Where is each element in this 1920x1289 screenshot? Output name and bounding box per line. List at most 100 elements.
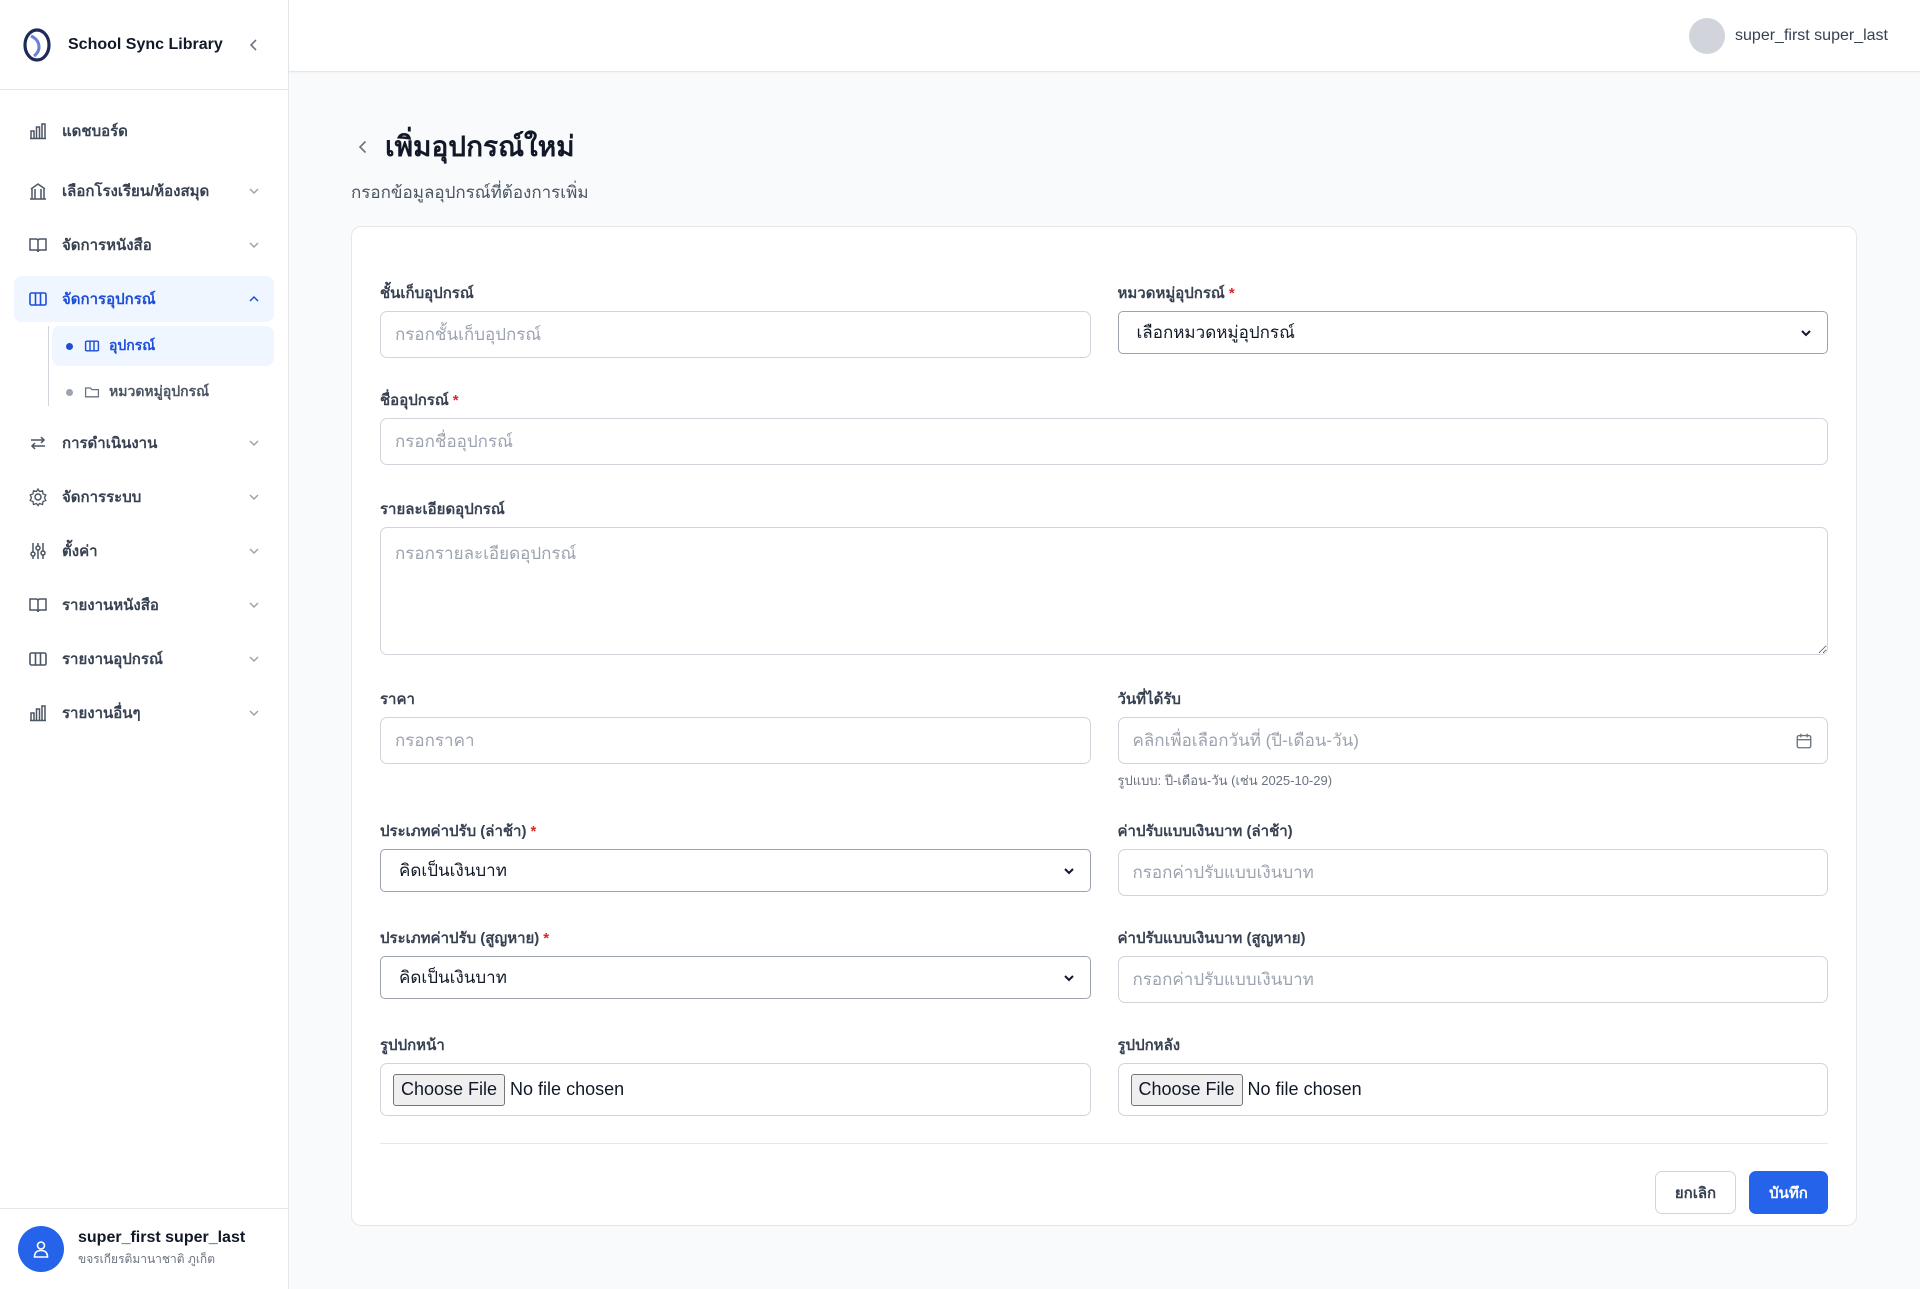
sidebar-subitem-equipment[interactable]: อุปกรณ์	[52, 326, 274, 366]
sidebar-item-label: เลือกโรงเรียน/ห้องสมุด	[62, 183, 210, 200]
late-fine-type-field: ประเภทค่าปรับ (ล่าช้า) * คิดเป็นเงินบาท	[380, 819, 1091, 896]
required-asterisk: *	[452, 392, 459, 409]
form-actions: ยกเลิก บันทึก	[380, 1171, 1828, 1214]
front-cover-label: รูปปกหน้า	[380, 1037, 445, 1054]
price-input[interactable]	[380, 717, 1091, 764]
equipment-form-card: ชั้นเก็บอุปกรณ์ หมวดหมู่อุปกรณ์* เลือกหม…	[351, 226, 1857, 1226]
sidebar-item-operations[interactable]: การดำเนินงาน	[14, 420, 274, 466]
lost-fine-type-field: ประเภทค่าปรับ (สูญหาย) * คิดเป็นเงินบาท	[380, 926, 1091, 1003]
book-open-icon	[28, 595, 48, 615]
sidebar-item-label: แดชบอร์ด	[62, 123, 128, 140]
columns-icon	[83, 337, 101, 355]
category-label: หมวดหมู่อุปกรณ์ *	[1117, 285, 1235, 302]
received-date-field: วันที่ได้รับ รูปแบบ: ปี-เดือน-วัน (เช่น …	[1117, 687, 1828, 791]
category-select[interactable]: เลือกหมวดหมู่อุปกรณ์	[1117, 311, 1828, 354]
sidebar-item-label: จัดการระบบ	[62, 489, 142, 506]
required-asterisk: *	[530, 823, 537, 840]
form-divider	[380, 1143, 1828, 1144]
sidebar-item-label: การดำเนินงาน	[62, 435, 158, 452]
required-asterisk: *	[1228, 285, 1235, 302]
lost-fine-type-select[interactable]: คิดเป็นเงินบาท	[380, 956, 1091, 999]
late-fine-amount-input[interactable]	[1117, 849, 1828, 896]
front-cover-choose-file-button[interactable]: Choose File	[393, 1073, 506, 1106]
chevron-down-icon	[246, 543, 262, 559]
chevron-down-icon	[1062, 971, 1076, 985]
equipment-subnav: อุปกรณ์ หมวดหมู่อุปกรณ์	[48, 326, 274, 412]
equipment-name-input[interactable]	[380, 418, 1828, 465]
late-fine-amount-field: ค่าปรับแบบเงินบาท (ล่าช้า)	[1117, 819, 1828, 896]
detail-label: รายละเอียดอุปกรณ์	[380, 501, 505, 518]
folder-icon	[83, 383, 101, 401]
chevron-left-icon	[249, 38, 257, 51]
back-cover-choose-file-button[interactable]: Choose File	[1130, 1073, 1243, 1106]
name-label: ชื่ออุปกรณ์ *	[380, 392, 459, 409]
collapse-sidebar-button[interactable]	[242, 33, 266, 57]
gear-icon	[28, 487, 48, 507]
sidebar-item-settings[interactable]: ตั้งค่า	[14, 528, 274, 574]
shelf-label: ชั้นเก็บอุปกรณ์	[380, 285, 474, 302]
header-user-name[interactable]: super_first super_last	[1735, 27, 1888, 45]
sidebar-item-book-reports[interactable]: รายงานหนังสือ	[14, 582, 274, 628]
sidebar-subitem-equipment-category[interactable]: หมวดหมู่อุปกรณ์	[52, 372, 274, 412]
chevron-down-icon	[246, 183, 262, 199]
sidebar-item-select-school[interactable]: เลือกโรงเรียน/ห้องสมุด	[14, 168, 274, 214]
received-date-wrapper	[1117, 717, 1828, 764]
sidebar-item-books[interactable]: จัดการหนังสือ	[14, 222, 274, 268]
lost-fine-type-label: ประเภทค่าปรับ (สูญหาย) *	[380, 930, 550, 947]
sidebar-item-label: รายงานอื่นๆ	[62, 705, 141, 722]
chevron-up-icon	[246, 291, 262, 307]
chevron-down-icon	[1062, 864, 1076, 878]
sidebar-item-equipment[interactable]: จัดการอุปกรณ์	[14, 276, 274, 322]
category-field: หมวดหมู่อุปกรณ์ * เลือกหมวดหมู่อุปกรณ์	[1117, 281, 1828, 358]
sidebar: School Sync Library แดชบอร์ด เลือกโรงเรี…	[0, 0, 289, 1289]
detail-field: รายละเอียดอุปกรณ์	[380, 497, 1828, 655]
main-content: เพิ่มอุปกรณ์ใหม่ กรอกข้อมูลอุปกรณ์ที่ต้อ…	[289, 72, 1920, 1289]
sidebar-item-label: จัดการอุปกรณ์	[62, 291, 156, 308]
late-fine-type-select[interactable]: คิดเป็นเงินบาท	[380, 849, 1091, 892]
back-cover-file-status: No file chosen	[1247, 1079, 1362, 1099]
bar-chart-icon	[28, 703, 48, 723]
lost-fine-amount-field: ค่าปรับแบบเงินบาท (สูญหาย)	[1117, 926, 1828, 1003]
header-avatar[interactable]	[1689, 17, 1726, 54]
received-date-label: วันที่ได้รับ	[1117, 691, 1181, 708]
calendar-icon[interactable]	[1794, 731, 1814, 751]
sidebar-user-profile[interactable]: super_first super_last ขจรเกียรติมานาชาต…	[0, 1208, 288, 1289]
category-select-value: เลือกหมวดหมู่อุปกรณ์	[1136, 323, 1295, 342]
user-school: ขจรเกียรติมานาชาติ ภูเก็ต	[78, 1252, 215, 1266]
lost-fine-amount-label: ค่าปรับแบบเงินบาท (สูญหาย)	[1117, 930, 1306, 947]
arrows-exchange-icon	[28, 433, 48, 453]
late-fine-type-value: คิดเป็นเงินบาท	[399, 861, 507, 880]
cancel-button[interactable]: ยกเลิก	[1655, 1171, 1736, 1214]
front-cover-file-input[interactable]: Choose File No file chosen	[380, 1063, 1091, 1116]
page-title: เพิ่มอุปกรณ์ใหม่	[385, 131, 575, 162]
sidebar-item-system[interactable]: จัดการระบบ	[14, 474, 274, 520]
detail-textarea[interactable]	[380, 527, 1828, 655]
received-date-input[interactable]	[1117, 717, 1828, 764]
sidebar-nav: แดชบอร์ด เลือกโรงเรียน/ห้องสมุด จัดการหน…	[0, 90, 288, 736]
shelf-input[interactable]	[380, 311, 1091, 358]
sidebar-item-label: รายงานหนังสือ	[62, 597, 159, 614]
brand: School Sync Library	[0, 0, 288, 90]
sidebar-subitem-label: หมวดหมู่อุปกรณ์	[109, 383, 210, 399]
user-avatar	[18, 1226, 64, 1272]
sliders-icon	[28, 541, 48, 561]
app-logo-icon	[22, 27, 52, 62]
sidebar-item-equipment-reports[interactable]: รายงานอุปกรณ์	[14, 636, 274, 682]
front-cover-file-status: No file chosen	[510, 1079, 625, 1099]
chevron-down-icon	[246, 651, 262, 667]
bullet-dot	[66, 388, 73, 396]
building-icon	[28, 181, 48, 201]
save-button[interactable]: บันทึก	[1749, 1171, 1828, 1214]
back-cover-file-input[interactable]: Choose File No file chosen	[1117, 1063, 1828, 1116]
lost-fine-amount-input[interactable]	[1117, 956, 1828, 1003]
chevron-down-icon	[246, 705, 262, 721]
bullet-dot	[66, 342, 73, 350]
bar-chart-icon	[28, 121, 48, 141]
columns-icon	[28, 649, 48, 669]
sidebar-item-dashboard[interactable]: แดชบอร์ด	[14, 108, 274, 154]
back-button[interactable]	[351, 135, 375, 159]
lost-fine-type-value: คิดเป็นเงินบาท	[399, 968, 507, 987]
columns-icon	[28, 289, 48, 309]
user-icon	[33, 1241, 49, 1258]
sidebar-item-other-reports[interactable]: รายงานอื่นๆ	[14, 690, 274, 736]
